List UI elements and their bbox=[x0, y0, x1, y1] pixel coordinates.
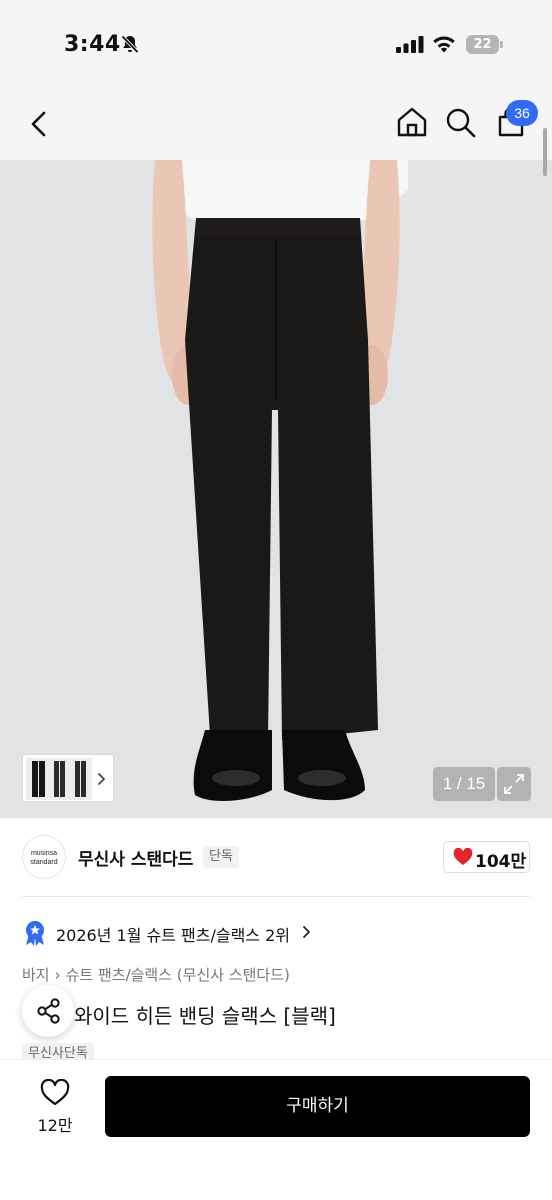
breadcrumb-item-pants[interactable]: 바지 bbox=[22, 966, 50, 984]
expand-icon bbox=[504, 774, 524, 794]
share-button[interactable] bbox=[22, 985, 74, 1037]
search-icon[interactable] bbox=[442, 102, 480, 142]
brand-name[interactable]: 무신사 스탠다드 bbox=[78, 845, 193, 870]
battery-indicator: 22 bbox=[466, 35, 503, 55]
share-icon bbox=[37, 998, 60, 1024]
wishlist-count: 12만 bbox=[37, 1116, 73, 1135]
divider bbox=[22, 896, 530, 897]
thumbnail-strip[interactable] bbox=[22, 754, 114, 802]
status-time: 3:44 bbox=[64, 32, 121, 57]
ranking-link[interactable]: 2026년 1월 슈트 팬츠/슬랙스 2위 bbox=[56, 922, 290, 946]
status-bar: 3:44 22 bbox=[0, 0, 552, 90]
back-arrow-icon[interactable] bbox=[22, 104, 56, 144]
breadcrumb-item-slacks[interactable]: 슈트 팬츠/슬랙스 (무신사 스탠다드) bbox=[66, 966, 290, 984]
top-nav-bar bbox=[0, 90, 552, 160]
product-image[interactable] bbox=[0, 160, 552, 818]
brand-logo[interactable]: musinsa standard bbox=[22, 835, 66, 879]
cart-count-badge: 36 bbox=[506, 100, 538, 126]
chevron-right-icon: › bbox=[54, 966, 61, 984]
brand-logo-text-1: musinsa bbox=[30, 850, 58, 857]
heart-outline-icon[interactable] bbox=[40, 1079, 70, 1107]
expand-button[interactable] bbox=[497, 767, 531, 801]
product-thumbnails bbox=[26, 758, 105, 800]
breadcrumb: 바지 › 슈트 팬츠/슬랙스 (무신사 스탠다드) bbox=[22, 964, 290, 985]
home-icon[interactable] bbox=[394, 102, 430, 142]
image-counter: 1 / 15 bbox=[433, 767, 495, 801]
buy-button[interactable]: 구매하기 bbox=[105, 1076, 530, 1137]
product-photo-trousers bbox=[0, 160, 552, 818]
brand-like-button[interactable]: 104만 bbox=[443, 841, 530, 873]
bell-muted-icon bbox=[121, 35, 139, 54]
scroll-indicator[interactable] bbox=[543, 128, 547, 176]
wifi-icon bbox=[433, 36, 455, 53]
battery-level: 22 bbox=[466, 35, 499, 54]
brand-logo-text-2: standard bbox=[30, 859, 58, 866]
brand-like-count: 104만 bbox=[475, 852, 527, 872]
exclusive-tag: 단독 bbox=[203, 846, 239, 868]
cellular-signal-icon bbox=[396, 36, 424, 53]
product-title: 와이드 히든 밴딩 슬랙스 [블랙] bbox=[74, 1004, 336, 1028]
chevron-right-icon bbox=[303, 926, 310, 938]
heart-filled-icon bbox=[453, 848, 473, 865]
ranking-medal-icon bbox=[26, 921, 44, 946]
